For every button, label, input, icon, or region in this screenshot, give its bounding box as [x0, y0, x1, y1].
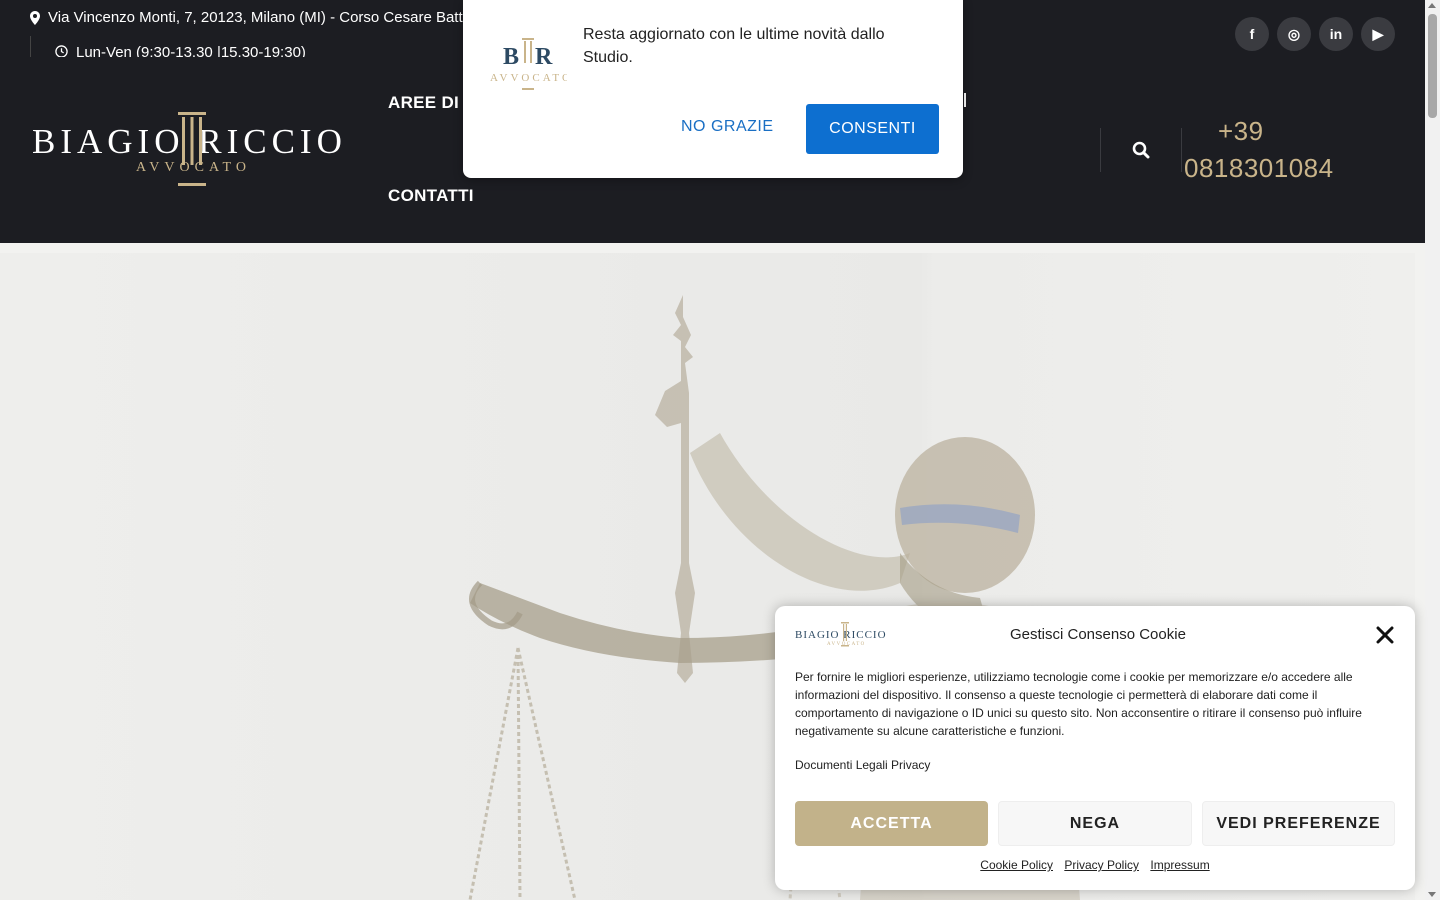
site-logo[interactable]: BIAGIO RICCIO AVVOCATO	[32, 112, 352, 188]
search-button[interactable]	[1100, 128, 1182, 172]
svg-text:R: R	[535, 44, 553, 70]
cookie-title: Gestisci Consenso Cookie	[1010, 626, 1186, 643]
hours-text: Lun-Ven (9:30-13.30 |15.30-19:30)	[76, 44, 306, 57]
view-preferences-button[interactable]: VEDI PREFERENZE	[1202, 801, 1395, 846]
cookie-logo: BIAGIO RICCIO AVVOCATO	[795, 622, 887, 647]
impressum-link[interactable]: Impressum	[1150, 858, 1209, 872]
social-links: f ◎ in ▶	[1235, 17, 1395, 51]
privacy-policy-link[interactable]: Privacy Policy	[1064, 858, 1139, 872]
push-message: Resta aggiornato con le ultime novità da…	[583, 26, 885, 66]
address-text: Via Vincenzo Monti, 7, 20123, Milano (MI…	[48, 9, 481, 26]
deny-cookies-button[interactable]: NEGA	[998, 801, 1192, 846]
linkedin-icon[interactable]: in	[1319, 17, 1353, 51]
scroll-up-arrow-icon[interactable]	[1428, 3, 1436, 8]
scroll-down-arrow-icon[interactable]	[1428, 892, 1436, 897]
phone-digits: 0818301084	[1184, 153, 1334, 183]
scrollbar-thumb[interactable]	[1428, 14, 1437, 118]
phone-number[interactable]: +39 0818301084	[1184, 113, 1334, 187]
logo-subtitle: AVVOCATO	[136, 160, 251, 175]
studio-logo-icon: B R AVVOCATO	[490, 38, 567, 90]
cookie-consent-banner: BIAGIO RICCIO AVVOCATO Gestisci Consenso…	[775, 606, 1415, 890]
page-scrollbar[interactable]	[1425, 0, 1440, 900]
legal-documents-label: Documenti Legali Privacy	[795, 758, 931, 772]
cookie-logo-subtitle: AVVOCATO	[827, 642, 866, 647]
instagram-icon[interactable]: ◎	[1277, 17, 1311, 51]
address-line: Via Vincenzo Monti, 7, 20123, Milano (MI…	[30, 9, 481, 26]
facebook-icon[interactable]: f	[1235, 17, 1269, 51]
close-icon[interactable]	[1375, 625, 1395, 645]
cookie-description: Per fornire le migliori esperienze, util…	[795, 670, 1362, 738]
cookie-logo-name: BIAGIO RICCIO	[795, 629, 887, 641]
cookie-policy-link[interactable]: Cookie Policy	[980, 858, 1053, 872]
cookie-links: Cookie Policy Privacy Policy Impressum	[775, 858, 1415, 872]
push-notification-dialog: B R AVVOCATO Resta aggiornato con le ult…	[463, 0, 963, 178]
decline-notifications-button[interactable]: NO GRAZIE	[681, 118, 774, 136]
allow-notifications-button[interactable]: CONSENTI	[806, 104, 939, 154]
search-icon	[1132, 141, 1150, 159]
nav-contatti[interactable]: CONTATTI	[388, 186, 474, 206]
location-pin-icon	[30, 10, 40, 25]
clock-icon	[55, 45, 68, 57]
youtube-icon[interactable]: ▶	[1361, 17, 1395, 51]
phone-prefix: +39	[1218, 116, 1264, 146]
push-logo-subtitle: AVVOCATO	[490, 72, 567, 84]
accept-cookies-button[interactable]: ACCETTA	[795, 801, 988, 846]
opening-hours: Lun-Ven (9:30-13.30 |15.30-19:30)	[30, 36, 306, 57]
svg-text:B: B	[503, 44, 519, 70]
